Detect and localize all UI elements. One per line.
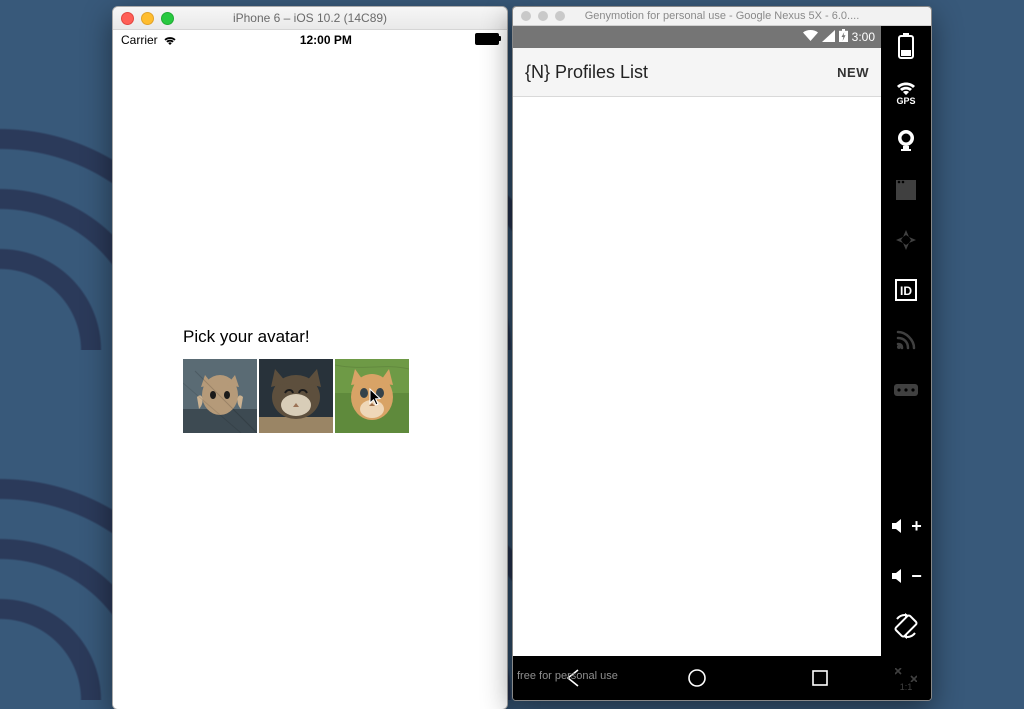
gps-tool-icon[interactable]: GPS [895, 80, 917, 106]
mac-titlebar[interactable]: iPhone 6 – iOS 10.2 (14C89) [113, 7, 507, 30]
ios-clock: 12:00 PM [300, 33, 352, 47]
desktop-background: iPhone 6 – iOS 10.2 (14C89) Carrier 12:0… [0, 0, 1024, 709]
wifi-icon [803, 30, 818, 45]
remote-control-tool-icon[interactable] [890, 224, 922, 256]
ios-simulator-window: iPhone 6 – iOS 10.2 (14C89) Carrier 12:0… [112, 6, 508, 709]
window-close-button[interactable] [521, 11, 531, 21]
android-status-bar: 3:00 [513, 26, 881, 48]
window-minimize-button[interactable] [538, 11, 548, 21]
android-app-bar: {N} Profiles List NEW [513, 48, 881, 97]
network-tool-icon[interactable] [890, 324, 922, 356]
geny-window-title: Genymotion for personal use - Google Nex… [513, 10, 931, 22]
window-minimize-button[interactable] [141, 12, 154, 25]
android-home-button[interactable] [667, 667, 727, 689]
pixel-perfect-tool-icon[interactable]: 1:1 [890, 660, 922, 700]
gps-label: GPS [896, 96, 915, 106]
avatar-option-2[interactable] [259, 359, 333, 433]
ios-screen: Carrier 12:00 PM Pick your avatar! [113, 30, 507, 709]
battery-charging-icon [839, 29, 848, 45]
android-app-content[interactable] [513, 97, 881, 656]
camera-tool-icon[interactable] [890, 124, 922, 156]
volume-down-button[interactable]: − [890, 560, 922, 592]
one-to-one-label: 1:1 [900, 682, 913, 692]
identifiers-tool-icon[interactable]: ID [890, 274, 922, 306]
battery-tool-icon[interactable] [890, 30, 922, 62]
genymotion-sidebar: GPS ID [881, 26, 931, 700]
window-zoom-button[interactable] [161, 12, 174, 25]
android-device-area: 3:00 {N} Profiles List NEW [513, 26, 881, 700]
avatar-option-1[interactable] [183, 359, 257, 433]
watermark-text: free for personal use [517, 670, 618, 682]
window-zoom-button[interactable] [555, 11, 565, 21]
window-close-button[interactable] [121, 12, 134, 25]
volume-up-button[interactable]: + [890, 510, 922, 542]
avatar-option-3[interactable] [335, 359, 409, 433]
android-clock: 3:00 [852, 30, 875, 44]
ios-status-bar: Carrier 12:00 PM [113, 30, 507, 50]
avatar-row [183, 359, 409, 433]
geny-titlebar[interactable]: Genymotion for personal use - Google Nex… [513, 7, 931, 26]
genymotion-window: Genymotion for personal use - Google Nex… [512, 6, 932, 701]
carrier-label: Carrier [121, 33, 158, 47]
battery-icon [475, 33, 499, 45]
pick-avatar-heading: Pick your avatar! [183, 327, 310, 347]
new-action-button[interactable]: NEW [837, 65, 869, 80]
app-title: {N} Profiles List [525, 62, 648, 83]
svg-text:ID: ID [900, 284, 912, 298]
wifi-icon [163, 34, 177, 46]
phone-tool-icon[interactable] [890, 374, 922, 406]
android-recents-button[interactable] [790, 669, 850, 687]
screencast-tool-icon[interactable] [890, 174, 922, 206]
signal-icon [822, 30, 835, 45]
rotate-tool-icon[interactable] [890, 610, 922, 642]
